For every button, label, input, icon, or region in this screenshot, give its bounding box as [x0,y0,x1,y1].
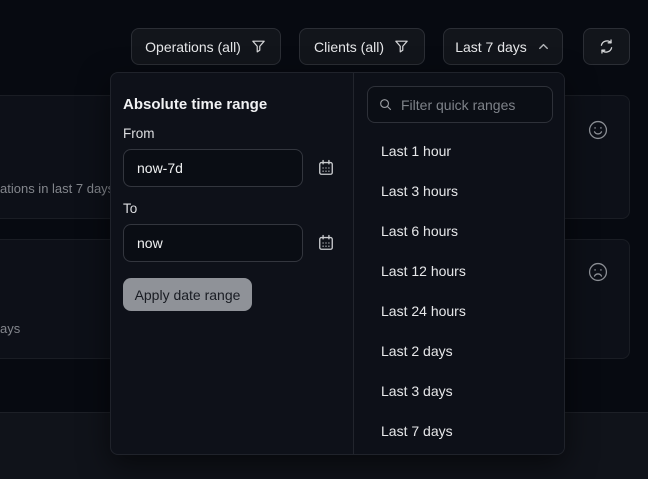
quick-range-last-2-days[interactable]: Last 2 days [354,331,564,371]
filter-funnel-icon [393,38,410,55]
sad-face-icon [587,261,609,283]
time-range-label: Last 7 days [455,39,527,55]
from-field-row [123,149,338,187]
operations-filter-label: Operations (all) [145,39,241,55]
time-range-button[interactable]: Last 7 days [443,28,563,65]
background-text-fragment-1: ations in last 7 days [0,181,114,196]
to-input[interactable] [123,224,303,262]
quick-range-last-12-hours[interactable]: Last 12 hours [354,251,564,291]
quick-range-last-6-hours[interactable]: Last 6 hours [354,211,564,251]
calendar-icon [316,233,336,253]
to-calendar-button[interactable] [316,232,338,254]
filter-quick-ranges-input[interactable] [401,97,542,113]
search-icon [378,97,393,112]
quick-range-last-1-hour[interactable]: Last 1 hour [354,131,564,171]
clients-filter-button[interactable]: Clients (all) [299,28,425,65]
from-input[interactable] [123,149,303,187]
filter-funnel-icon [250,38,267,55]
operations-filter-button[interactable]: Operations (all) [131,28,281,65]
quick-range-last-3-days[interactable]: Last 3 days [354,371,564,411]
chevron-up-icon [536,39,551,54]
to-field-row [123,224,338,262]
happy-face-icon [587,119,609,141]
calendar-icon [316,158,336,178]
background-text-fragment-2: ays [0,321,20,336]
clients-filter-label: Clients (all) [314,39,384,55]
refresh-icon [598,38,615,55]
from-label: From [123,126,155,141]
quick-ranges-section: Last 1 hour Last 3 hours Last 6 hours La… [354,73,564,454]
quick-range-last-7-days[interactable]: Last 7 days [354,411,564,451]
apply-date-range-button[interactable]: Apply date range [123,278,252,311]
quick-ranges-search [367,86,553,123]
refresh-button[interactable] [583,28,630,65]
time-picker-dropdown: Absolute time range From [110,72,565,455]
quick-range-last-24-hours[interactable]: Last 24 hours [354,291,564,331]
dashboard-screen: ations in last 7 days ays Operations (al… [0,0,648,479]
from-calendar-button[interactable] [316,157,338,179]
quick-ranges-list: Last 1 hour Last 3 hours Last 6 hours La… [354,131,564,451]
absolute-time-range-title: Absolute time range [123,96,267,113]
to-label: To [123,201,137,216]
quick-range-last-3-hours[interactable]: Last 3 hours [354,171,564,211]
absolute-time-range-section: Absolute time range From [111,73,354,454]
